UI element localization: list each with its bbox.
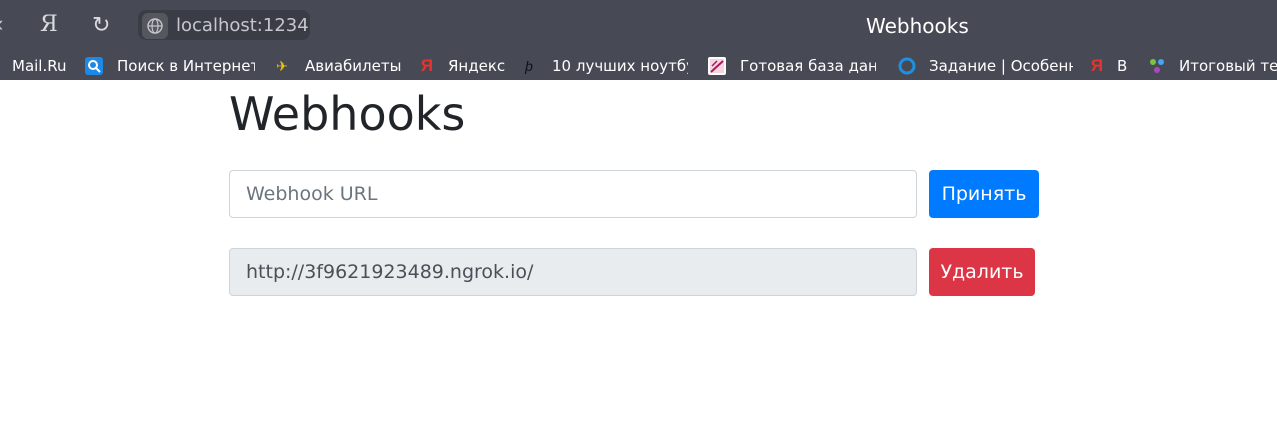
browser-toolbar: ‹ Я ↻ localhost:1234 Webhooks: [0, 0, 1277, 52]
yandex-button[interactable]: Я: [40, 12, 58, 38]
page-title: Webhooks: [229, 87, 466, 141]
bookmark-notebooks[interactable]: 10 лучших ноутбуков: [552, 56, 688, 76]
search-icon: [85, 57, 103, 75]
window-title: Webhooks: [866, 14, 969, 38]
reload-icon[interactable]: ↻: [92, 12, 110, 38]
accept-button[interactable]: Принять: [929, 170, 1039, 218]
database-icon: [708, 57, 726, 75]
circle-icon: [898, 57, 916, 75]
webhook-url-input[interactable]: [229, 170, 917, 218]
yandex-icon: Я: [1090, 56, 1104, 75]
yandex-icon: Я: [420, 56, 434, 75]
bookmark-mailru[interactable]: Mail.Ru: [12, 56, 72, 76]
bookmark-task[interactable]: Задание | Особенности: [929, 56, 1073, 76]
bookmark-search[interactable]: Поиск в Интернете: [117, 56, 255, 76]
globe-icon[interactable]: [142, 13, 168, 39]
bookmark-database[interactable]: Готовая база данных: [740, 56, 876, 76]
plane-icon: ✈: [276, 58, 288, 74]
bookmark-avia[interactable]: Авиабилеты: [305, 56, 405, 76]
saved-webhook-url: http://3f9621923489.ngrok.io/: [229, 248, 917, 296]
bookmark-v[interactable]: В: [1117, 56, 1133, 76]
bookmark-yandex[interactable]: Яндекс: [448, 56, 518, 76]
delete-button[interactable]: Удалить: [929, 248, 1035, 296]
test-icon: [1148, 57, 1166, 75]
address-text[interactable]: localhost:1234: [176, 15, 309, 37]
quill-icon: ϸ: [525, 58, 533, 74]
bookmarks-bar: Mail.Ru Поиск в Интернете ✈ Авиабилеты Я…: [0, 52, 1277, 80]
bookmark-final-test[interactable]: Итоговый тест: [1179, 56, 1277, 76]
back-arrow-icon[interactable]: ‹: [0, 12, 3, 36]
